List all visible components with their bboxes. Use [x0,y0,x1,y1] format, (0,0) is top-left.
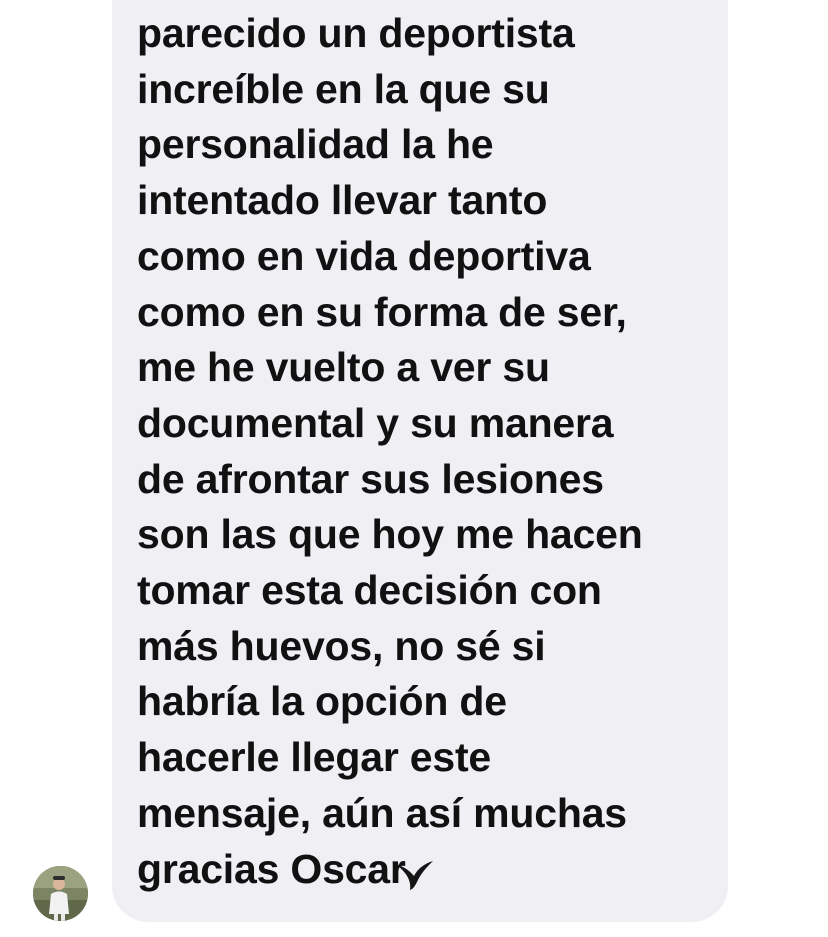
message-line: como en su forma de ser, [137,288,627,335]
chat-thread: parecido un deportista increíble en la q… [0,0,828,937]
message-line: habría la opción de [137,678,507,725]
message-line: como en vida deportiva [137,232,591,279]
sender-avatar[interactable] [33,866,88,921]
profile-photo-icon [33,866,88,921]
message-line: parecido un deportista [137,10,575,56]
message-line: increíble en la que su [137,65,550,112]
message-line: más huevos, no sé si [137,622,546,669]
message-line: tomar esta decisión con [137,567,602,614]
brush-stroke-icon [395,861,433,890]
message-line: intentado llevar tanto [137,177,548,224]
message-line: son las que hoy me hacen [137,511,643,558]
message-line: de afrontar sus lesiones [137,455,604,502]
message-line: hacerle llegar este [137,734,492,781]
message-line: mensaje, aún así muchas [137,789,627,836]
message-line: documental y su manera [137,399,614,446]
message-line: me he vuelto a ver su [137,344,550,391]
message-text: parecido un deportista increíble en la q… [137,6,717,897]
message-line: personalidad la he [137,121,494,168]
